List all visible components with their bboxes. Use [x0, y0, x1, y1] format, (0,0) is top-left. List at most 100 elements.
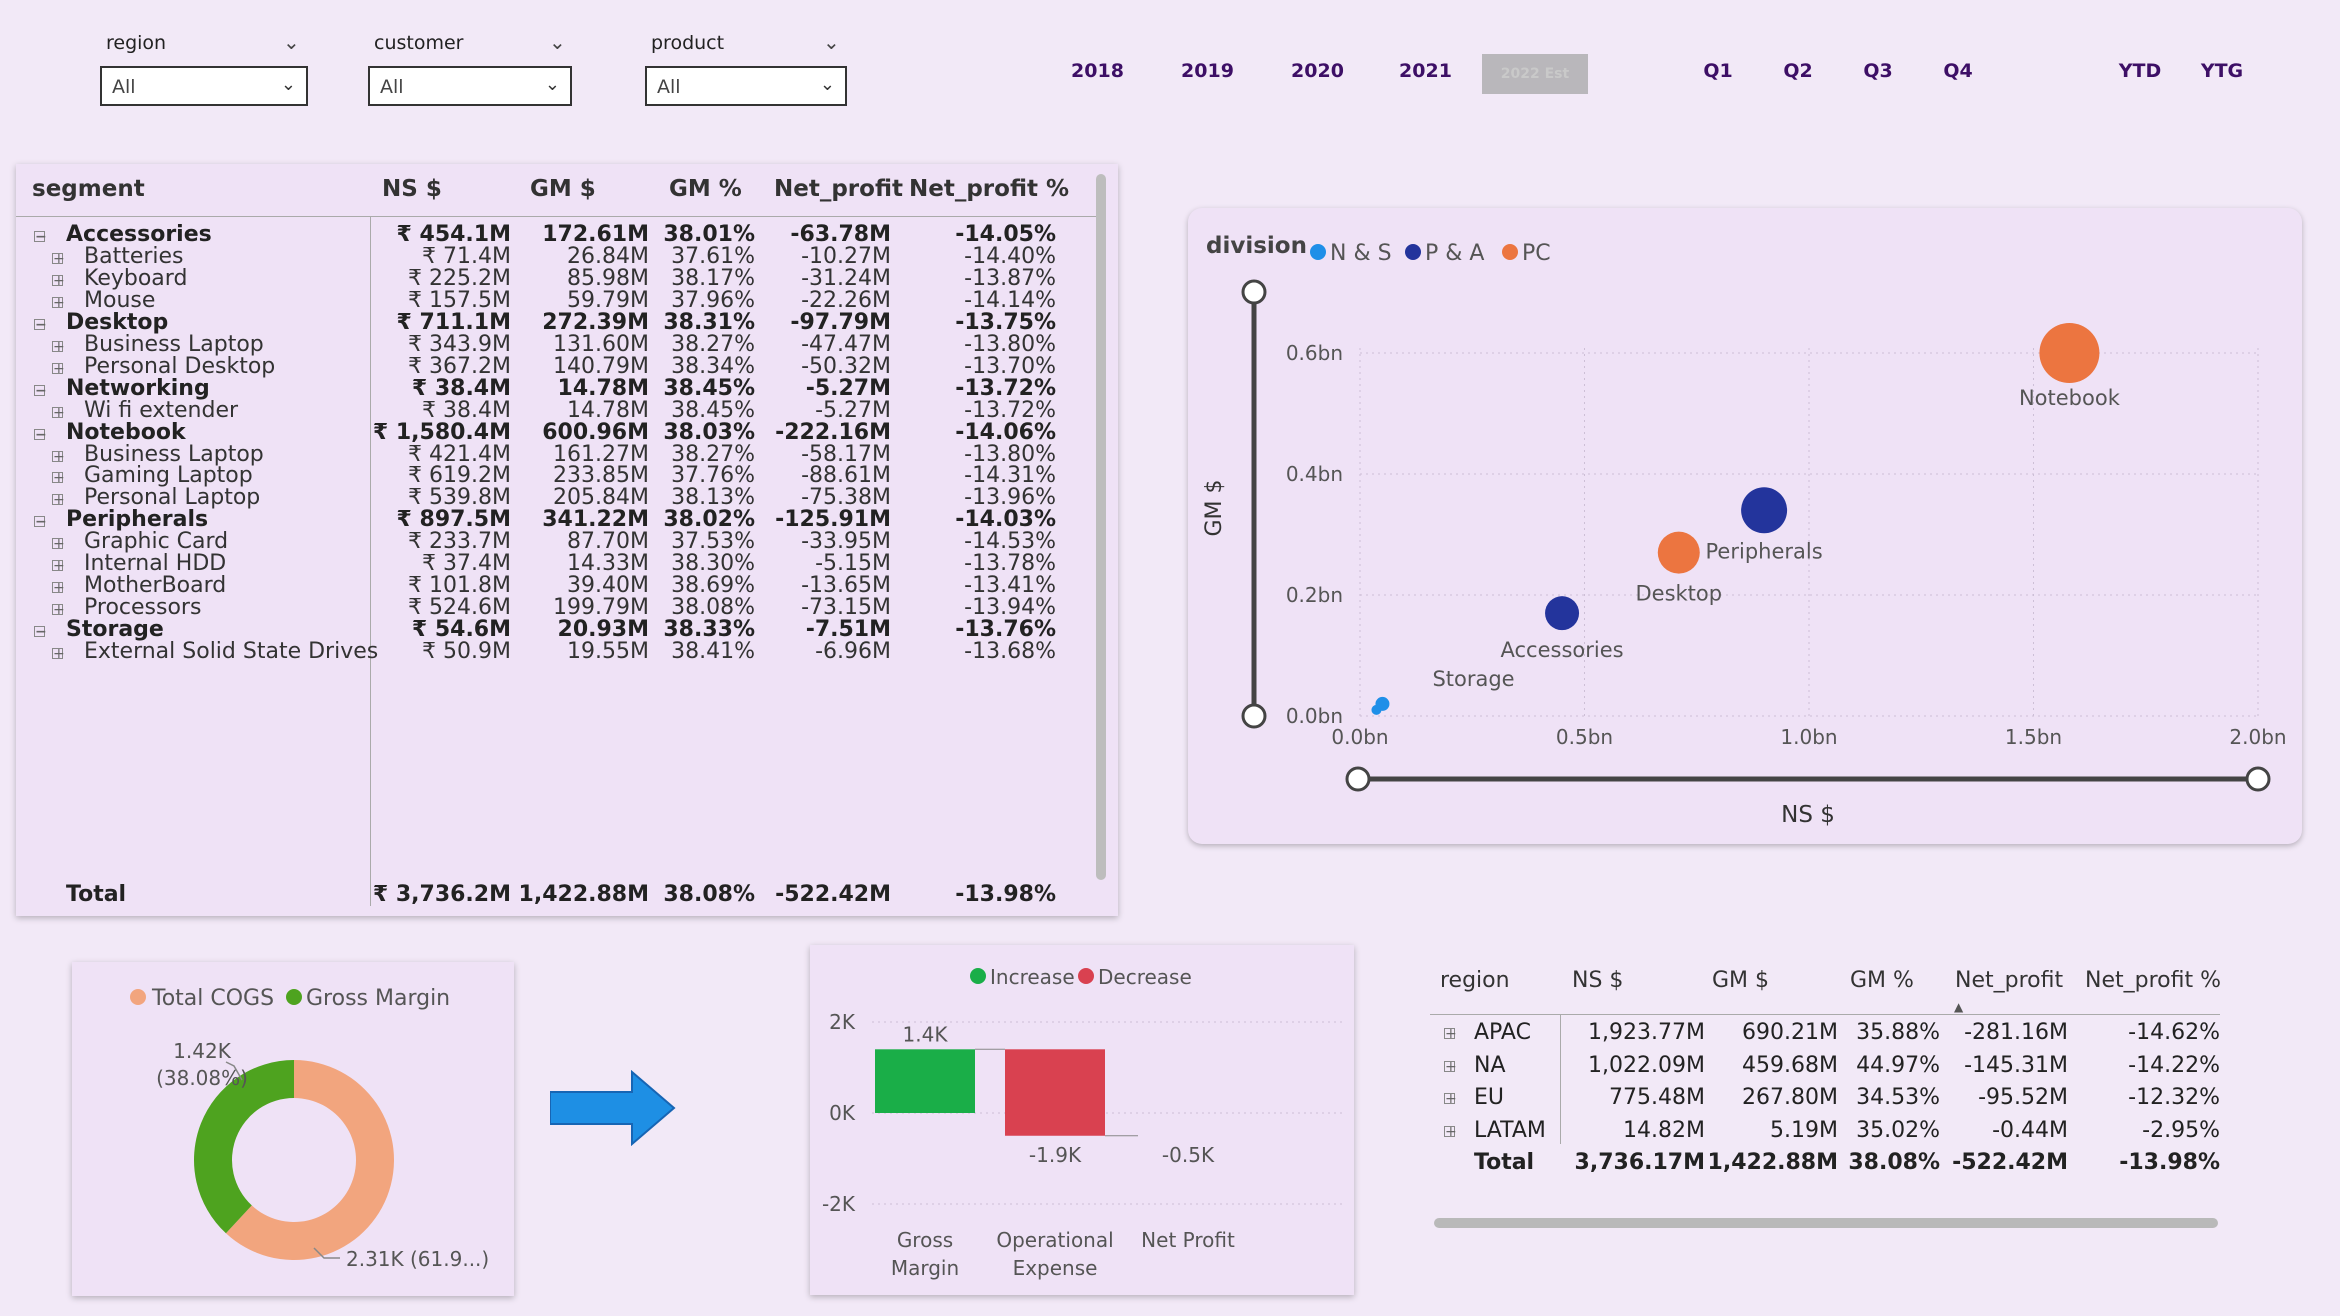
- scatter-point[interactable]: [2039, 323, 2100, 383]
- expand-icon[interactable]: +: [52, 296, 65, 310]
- expand-icon[interactable]: +: [52, 493, 65, 507]
- quarter-button-q2[interactable]: Q2: [1770, 60, 1826, 82]
- data-label-gross-margin-pct: (38.08%): [156, 1066, 248, 1090]
- y-range-slider-handle-bottom[interactable]: [1241, 703, 1267, 729]
- y-range-slider-handle-top[interactable]: [1241, 279, 1267, 305]
- waterfall-bar[interactable]: [875, 1049, 975, 1113]
- legend-label-pa[interactable]: P & A: [1425, 241, 1484, 266]
- x-range-slider-handle-right[interactable]: [2245, 766, 2271, 792]
- total-row[interactable]: Total ₹ 3,736.2M 1,422.88M 38.08% -522.42M -1…: [16, 882, 1102, 915]
- legend-label-cogs[interactable]: Total COGS: [151, 986, 274, 1011]
- legend-label-decrease[interactable]: Decrease: [1098, 965, 1192, 989]
- quarter-button-q3[interactable]: Q3: [1850, 60, 1906, 82]
- col-header-segment[interactable]: segment: [32, 176, 145, 202]
- expand-icon[interactable]: −: [34, 515, 47, 529]
- col-header-gm[interactable]: GM $: [530, 176, 596, 202]
- expand-icon[interactable]: −: [34, 384, 47, 398]
- expand-icon[interactable]: +: [52, 406, 65, 420]
- legend-label-gross-margin[interactable]: Gross Margin: [306, 986, 450, 1011]
- expand-icon[interactable]: −: [34, 318, 47, 332]
- expand-icon[interactable]: +: [52, 450, 65, 464]
- legend-label-increase[interactable]: Increase: [990, 965, 1075, 989]
- legend-label-ns[interactable]: N & S: [1330, 241, 1392, 266]
- expand-icon[interactable]: −: [34, 230, 47, 244]
- expand-icon[interactable]: +: [52, 559, 65, 573]
- year-button-2020[interactable]: 2020: [1280, 60, 1355, 82]
- cell-net-profit-pct: -13.98%: [955, 882, 1056, 907]
- expand-icon[interactable]: +: [1444, 1060, 1457, 1074]
- waterfall-chart-panel: Increase Decrease 2K 0K -2K 1.4K -1.9K -0.5K…: [810, 945, 1354, 1295]
- product-dropdown[interactable]: All ⌄: [645, 66, 847, 106]
- col-header-ns[interactable]: NS $: [1572, 968, 1623, 993]
- col-header-region[interactable]: region: [1440, 968, 1510, 993]
- expand-icon[interactable]: +: [52, 603, 65, 617]
- expand-icon[interactable]: −: [34, 428, 47, 442]
- quarter-button-q4[interactable]: Q4: [1930, 60, 1986, 82]
- point-label: Accessories: [1501, 638, 1624, 662]
- expand-icon[interactable]: +: [52, 340, 65, 354]
- col-header-net-profit[interactable]: Net_profit: [774, 176, 903, 202]
- col-header-ns[interactable]: NS $: [382, 176, 442, 202]
- expand-icon[interactable]: +: [52, 274, 65, 288]
- product-slicer[interactable]: product ⌄ All ⌄: [645, 30, 847, 112]
- region-row[interactable]: + LATAM 14.82M 5.19M 35.02% -0.44M -2.95%: [1430, 1118, 2230, 1151]
- expand-icon[interactable]: +: [52, 471, 65, 485]
- expand-icon[interactable]: +: [1444, 1092, 1457, 1106]
- expand-icon[interactable]: +: [52, 647, 65, 661]
- region-dropdown[interactable]: All ⌄: [100, 66, 308, 106]
- expand-icon[interactable]: +: [52, 581, 65, 595]
- expand-icon[interactable]: +: [52, 537, 65, 551]
- sub-segment-row[interactable]: + External Solid State Drives ₹ 50.9M 19.55…: [16, 639, 1102, 672]
- region-row[interactable]: + APAC 1,923.77M 690.21M 35.88% -281.16M -14.6…: [1430, 1020, 2230, 1053]
- x-axis-label: NS $: [1781, 802, 1835, 828]
- legend-marker-pa: [1405, 244, 1421, 260]
- col-header-net-profit-pct[interactable]: Net_profit %: [909, 176, 1069, 202]
- y-tick-label: 2K: [829, 1010, 856, 1034]
- region-row[interactable]: + EU 775.48M 267.80M 34.53% -95.52M -12.32%: [1430, 1085, 2230, 1118]
- donut-chart-panel: Total COGS Gross Margin 1.42K (38.08%) 2…: [72, 962, 514, 1296]
- col-header-net-profit[interactable]: Net_profit: [1955, 968, 2063, 993]
- cell-net-profit-pct: -13.68%: [964, 639, 1056, 665]
- horizontal-scrollbar[interactable]: [1434, 1218, 2218, 1228]
- chevron-down-icon[interactable]: ⌄: [549, 30, 566, 54]
- col-header-gm-pct[interactable]: GM %: [1850, 968, 1914, 993]
- scatter-point[interactable]: [1657, 531, 1700, 574]
- period-button-ytd[interactable]: YTD: [2110, 60, 2170, 82]
- region-slicer[interactable]: region ⌄ All ⌄: [100, 30, 308, 112]
- scatter-point[interactable]: [1545, 596, 1580, 631]
- expand-icon[interactable]: +: [52, 252, 65, 266]
- expand-icon[interactable]: +: [52, 362, 65, 376]
- data-label: -1.9K: [1029, 1143, 1082, 1167]
- region-row[interactable]: + NA 1,022.09M 459.68M 44.97% -145.31M -14.22%: [1430, 1053, 2230, 1086]
- customer-dropdown[interactable]: All ⌄: [368, 66, 572, 106]
- period-button-ytg[interactable]: YTG: [2192, 60, 2252, 82]
- year-button-2022-est[interactable]: 2022 Est: [1482, 54, 1588, 94]
- year-button-2018[interactable]: 2018: [1060, 60, 1135, 82]
- right-arrow-icon: [550, 1070, 676, 1146]
- cell-net-profit: -522.42M: [775, 882, 891, 907]
- scatter-point[interactable]: [1741, 487, 1788, 534]
- y-tick-label: 0K: [829, 1101, 856, 1125]
- year-button-2019[interactable]: 2019: [1170, 60, 1245, 82]
- expand-icon[interactable]: +: [1444, 1027, 1457, 1041]
- total-row[interactable]: Total 3,736.17M 1,422.88M 38.08% -522.42M -13…: [1430, 1150, 2230, 1183]
- legend-marker-increase: [970, 968, 986, 984]
- col-header-gm-pct[interactable]: GM %: [669, 176, 742, 202]
- year-button-2021[interactable]: 2021: [1388, 60, 1463, 82]
- vertical-scrollbar[interactable]: [1096, 174, 1106, 880]
- scatter-chart: division N & S P & A PC 0.0bn 0.5bn 1.0bn 1…: [1202, 233, 2287, 828]
- scatter-point[interactable]: [1375, 696, 1390, 711]
- expand-icon[interactable]: +: [1444, 1125, 1457, 1139]
- chevron-down-icon[interactable]: ⌄: [823, 30, 840, 54]
- chevron-down-icon[interactable]: ⌄: [283, 30, 300, 54]
- x-range-slider-handle-left[interactable]: [1345, 766, 1371, 792]
- donut-chart: Total COGS Gross Margin 1.42K (38.08%) 2…: [130, 986, 489, 1271]
- customer-slicer[interactable]: customer ⌄ All ⌄: [368, 30, 572, 112]
- col-header-net-profit-pct[interactable]: Net_profit %: [2085, 968, 2221, 993]
- legend-title: division: [1206, 233, 1307, 259]
- expand-icon[interactable]: −: [34, 625, 47, 639]
- waterfall-bar[interactable]: [1005, 1049, 1105, 1136]
- legend-label-pc[interactable]: PC: [1522, 241, 1551, 266]
- col-header-gm[interactable]: GM $: [1712, 968, 1769, 993]
- quarter-button-q1[interactable]: Q1: [1690, 60, 1746, 82]
